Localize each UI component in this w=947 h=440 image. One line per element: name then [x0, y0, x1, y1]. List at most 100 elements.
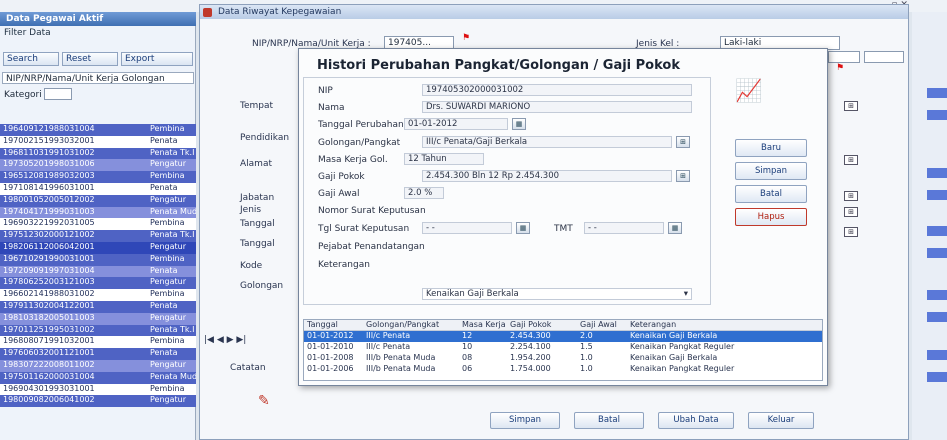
- field-gaji-awal[interactable]: 2.0 %: [404, 187, 444, 199]
- cell-nip: 197806252003121003: [3, 277, 95, 287]
- search-button[interactable]: Search: [3, 52, 59, 66]
- export-button[interactable]: Export: [121, 52, 193, 66]
- calendar-tmt-icon[interactable]: ▦: [668, 222, 682, 234]
- cell-golongan: Pembina: [150, 218, 185, 228]
- table-row[interactable]: 196811031991031002 Penata Tk.I: [0, 147, 196, 160]
- table-row[interactable]: 197011251995031002 Penata Tk.I: [0, 324, 196, 337]
- field-golongan[interactable]: III/c Penata/Gaji Berkala: [422, 136, 672, 148]
- table-row[interactable]: 197512302000121002 Penata Tk.I: [0, 230, 196, 242]
- cell-golongan: Pengatur: [150, 159, 187, 169]
- table-row[interactable]: 196808071991032001 Pembina: [0, 336, 196, 349]
- cell-ket: Kenaikan Pangkat Reguler: [630, 342, 735, 351]
- table-row[interactable]: 198307222008011002 Pengatur: [0, 359, 196, 372]
- employee-table: 196409121988031004 Pembina 197002151993032…: [0, 124, 196, 408]
- record-pager[interactable]: |◀ ◀ ▶ ▶|: [204, 335, 246, 345]
- right-row-stripe: [927, 88, 947, 98]
- cell-masa: 12: [462, 331, 473, 340]
- save-button[interactable]: Simpan: [490, 412, 560, 429]
- calendar-sk-icon[interactable]: ▦: [516, 222, 530, 234]
- field-nama[interactable]: Drs. SUWARDI MARIONO: [422, 101, 692, 113]
- side-input-right[interactable]: [864, 51, 904, 63]
- kategori-input[interactable]: [44, 88, 72, 100]
- table-row[interactable]: 197209091997031004 Penata: [0, 265, 196, 278]
- lookup-icon-5[interactable]: ⊞: [844, 227, 858, 237]
- table-row[interactable]: 198009082006041002 Pengatur: [0, 395, 196, 408]
- cell-golongan: Pengatur: [150, 194, 187, 204]
- edit-button[interactable]: Ubah Data: [658, 412, 734, 429]
- cell-golongan: Penata: [150, 135, 178, 145]
- lookup-icon-4[interactable]: ⊞: [844, 207, 858, 217]
- cell-awal: 1.0: [580, 364, 593, 373]
- employee-list-panel: Data Pegawai Aktif Filter Data Search Re…: [0, 12, 196, 440]
- cell-golongan: Pengatur: [150, 277, 187, 287]
- window-title: Data Riwayat Kepegawaian: [200, 5, 908, 19]
- table-header: Tanggal Golongan/Pangkat Masa Kerja Gaji…: [304, 320, 822, 331]
- cell-nip: 198009082006041002: [3, 395, 95, 405]
- table-row[interactable]: 198206112006042001 Pengatur: [0, 241, 196, 254]
- table-row[interactable]: 196904301993031001 Pembina: [0, 383, 196, 396]
- side-label-pendidikan: Pendidikan: [240, 133, 290, 143]
- new-button[interactable]: Baru: [735, 139, 807, 157]
- table-row[interactable]: 01-01-2006 III/b Penata Muda 06 1.754.000 1.…: [304, 364, 822, 375]
- table-row[interactable]: 197404171999031003 Penata Muda: [0, 206, 196, 219]
- table-row[interactable]: 198103182005011003 Pengatur: [0, 312, 196, 325]
- table-row[interactable]: 01-01-2010 III/c Penata 10 2.254.100 1.5 Kena…: [304, 342, 822, 353]
- cell-golongan: Penata: [150, 348, 178, 358]
- chevron-down-icon: ▾: [683, 289, 688, 299]
- warning-icon: ✎: [258, 393, 270, 409]
- cell-tanggal: 01-01-2008: [307, 353, 354, 362]
- dialog-form: NIP 197405302000031002 Nama Drs. SUWARDI…: [303, 77, 711, 305]
- table-row[interactable]: 197806252003121003 Pengatur: [0, 277, 196, 290]
- table-body: 01-01-2012 III/c Penata 12 2.454.300 2.0 Kena…: [304, 331, 822, 375]
- table-row[interactable]: 196602141988031002 Pembina: [0, 289, 196, 301]
- cell-nip: 197108141996031001: [3, 182, 95, 192]
- side-input-top[interactable]: [828, 51, 860, 63]
- dialog-cancel-button[interactable]: Batal: [735, 185, 807, 203]
- field-tgl-sk[interactable]: - -: [422, 222, 512, 234]
- flag-icon: ⚑: [462, 33, 471, 43]
- delete-button[interactable]: Hapus: [735, 208, 807, 226]
- field-gaji-pokok[interactable]: 2.454.300 Bln 12 Rp 2.454.300: [422, 170, 672, 182]
- table-row[interactable]: 196409121988031004 Pembina: [0, 124, 196, 136]
- filter-menu[interactable]: Filter Data: [4, 28, 51, 38]
- field-label-nomor-sk: Nomor Surat Keputusan: [318, 206, 426, 216]
- table-row[interactable]: 196512081989032003 Pembina: [0, 171, 196, 183]
- cell-awal: 1.0: [580, 353, 593, 362]
- exit-button[interactable]: Keluar: [748, 412, 814, 429]
- table-row[interactable]: 197108141996031001 Penata: [0, 182, 196, 195]
- cell-gaji: 2.254.100: [510, 342, 551, 351]
- table-row[interactable]: 198001052005012002 Pengatur: [0, 194, 196, 207]
- cell-tanggal: 01-01-2006: [307, 364, 354, 373]
- jenis-select-value: Kenaikan Gaji Berkala: [426, 289, 519, 299]
- reset-button[interactable]: Reset: [62, 52, 118, 66]
- table-row[interactable]: 197501162000031004 Penata Muda: [0, 371, 196, 384]
- table-row[interactable]: 196710291990031001 Pembina: [0, 253, 196, 266]
- cancel-button[interactable]: Batal: [574, 412, 644, 429]
- lookup-icon-3[interactable]: ⊞: [844, 191, 858, 201]
- table-row[interactable]: 01-01-2012 III/c Penata 12 2.454.300 2.0 Kena…: [304, 331, 822, 342]
- table-row[interactable]: 01-01-2008 III/b Penata Muda 08 1.954.200 1.…: [304, 353, 822, 364]
- table-row[interactable]: 196903221992031005 Pembina: [0, 218, 196, 231]
- catatan-label: Catatan: [230, 363, 266, 373]
- calendar-icon[interactable]: ▦: [512, 118, 526, 130]
- field-nip[interactable]: 197405302000031002: [422, 84, 692, 96]
- field-tanggal[interactable]: 01-01-2012: [404, 118, 508, 130]
- cell-nip: 197512302000121002: [3, 230, 95, 240]
- dialog-save-button[interactable]: Simpan: [735, 162, 807, 180]
- jenis-select[interactable]: Kenaikan Gaji Berkala ▾: [422, 288, 692, 300]
- filter-header[interactable]: NIP/NRP/Nama/Unit Kerja Golongan: [2, 72, 194, 84]
- right-row-stripe: [927, 226, 947, 236]
- field-label-nip: NIP: [318, 86, 333, 96]
- lookup-golongan-icon[interactable]: ⊞: [676, 136, 690, 148]
- right-row-stripe: [927, 372, 947, 382]
- table-row[interactable]: 197002151993032001 Penata: [0, 135, 196, 148]
- lookup-icon-1[interactable]: ⊞: [844, 101, 858, 111]
- table-row[interactable]: 197911302004122001 Penata: [0, 300, 196, 313]
- table-row[interactable]: 197606032001121001 Penata: [0, 348, 196, 360]
- field-masa-kerja[interactable]: 12 Tahun: [404, 153, 484, 165]
- table-row[interactable]: 197305201998031006 Pengatur: [0, 159, 196, 172]
- lookup-gaji-icon[interactable]: ⊞: [676, 170, 690, 182]
- side-label-tanggal-1: Tanggal: [240, 219, 275, 229]
- field-tmt[interactable]: - -: [584, 222, 664, 234]
- lookup-icon-2[interactable]: ⊞: [844, 155, 858, 165]
